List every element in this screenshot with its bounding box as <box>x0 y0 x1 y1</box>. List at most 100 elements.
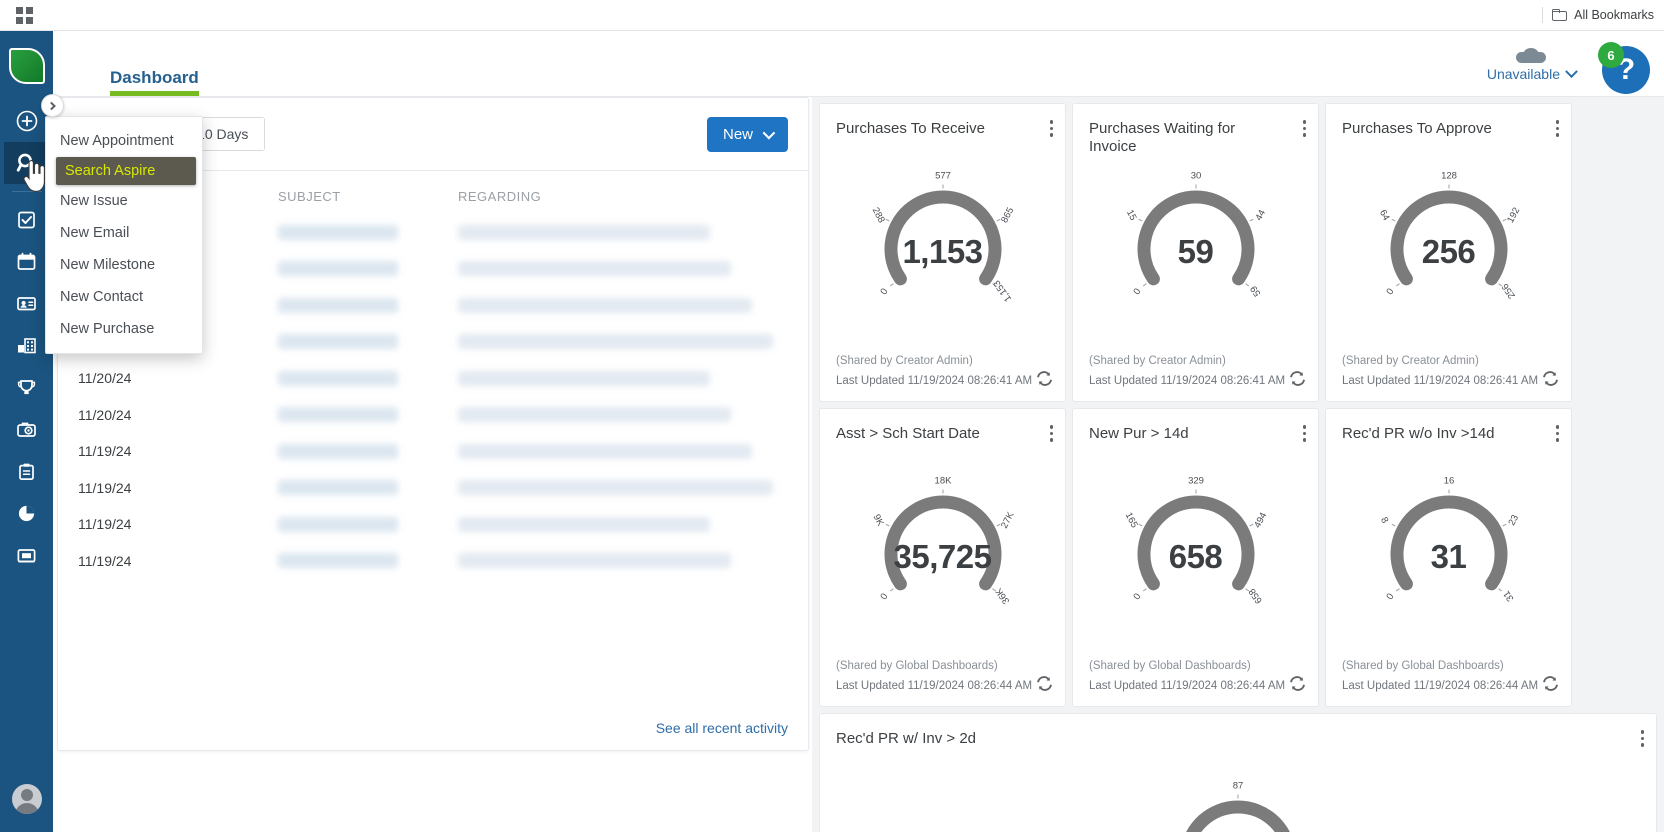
gauge-tick-label: 23 <box>1506 513 1521 527</box>
table-row[interactable]: 11/19/24 <box>58 433 808 470</box>
menu-item-new-email[interactable]: New Email <box>46 217 202 249</box>
table-row[interactable]: 11/20/24 <box>58 360 808 397</box>
chevron-down-icon <box>1565 64 1578 78</box>
cell-date: 11/20/24 <box>78 406 132 423</box>
sidebar-item-contacts[interactable] <box>4 282 50 324</box>
gauge-tick <box>889 588 894 592</box>
card-menu-button[interactable] <box>1049 425 1053 442</box>
gauge-tick-label: 0 <box>877 591 889 602</box>
gauge-value: 1,153 <box>902 233 983 271</box>
refresh-icon[interactable] <box>1289 371 1306 391</box>
cell-regarding <box>458 407 808 423</box>
gauge-tick-label: 1,153 <box>991 278 1014 304</box>
shared-by-label: (Shared by Global Dashboards) <box>836 660 998 672</box>
kpi-card: Rec'd PR w/o Inv >14d 0 8 16 23 31 31 (Shared b… <box>1325 408 1572 707</box>
browser-bookmarks-bar: All Bookmarks <box>0 0 1664 31</box>
kpi-card-title: Purchases To Approve <box>1342 120 1492 137</box>
gauge-tick-label: 494 <box>1252 511 1269 530</box>
menu-item-search-aspire[interactable]: Search Aspire <box>56 157 196 185</box>
gauge-container: 0 9K 18K 27K 36K 35,725 <box>836 461 1049 647</box>
kpi-card-title: Purchases To Receive <box>836 120 985 137</box>
cell-subject <box>278 407 458 423</box>
leaf-logo[interactable] <box>8 48 45 84</box>
sidebar-item-inspection[interactable] <box>4 408 50 450</box>
card-footer: (Shared by Creator Admin) Last Updated 11… <box>836 355 1053 391</box>
kpi-card: Purchases To Receive 0 288 577 865 1,153 1,153… <box>819 103 1066 402</box>
tab-dashboard-label: Dashboard <box>110 68 199 87</box>
card-menu-button[interactable] <box>1049 120 1053 137</box>
gauge-tick-label: 0 <box>1130 286 1142 297</box>
card-menu-button[interactable] <box>1640 730 1644 747</box>
gauge-tick-label: 865 <box>999 206 1016 225</box>
availability-status-label: Unavailable <box>1486 66 1560 82</box>
gauge-tick <box>1395 283 1400 287</box>
refresh-icon[interactable] <box>1542 676 1559 696</box>
gauge-tick-label: 9K <box>870 513 885 529</box>
sidebar-expand-toggle[interactable] <box>41 94 64 117</box>
see-all-recent-activity-link[interactable]: See all recent activity <box>656 720 788 736</box>
card-menu-button[interactable] <box>1555 120 1559 137</box>
gauge-arc <box>1186 800 1290 832</box>
cell-subject <box>278 480 458 496</box>
gauge-tick-label: 59 <box>1248 283 1263 298</box>
card-menu-button[interactable] <box>1302 425 1306 442</box>
all-bookmarks-button[interactable]: All Bookmarks <box>1552 8 1654 22</box>
sidebar-item-opportunities[interactable] <box>4 366 50 408</box>
menu-item-new-milestone[interactable]: New Milestone <box>46 249 202 281</box>
shared-by-label: (Shared by Creator Admin) <box>1089 355 1226 367</box>
menu-item-new-purchase[interactable]: New Purchase <box>46 313 202 345</box>
cell-regarding <box>458 261 808 277</box>
last-updated-label: Last Updated 11/19/2024 08:26:41 AM <box>836 375 1033 387</box>
refresh-icon[interactable] <box>1036 371 1053 391</box>
table-row[interactable]: 11/19/24 <box>58 470 808 507</box>
sidebar-item-calendar[interactable] <box>4 240 50 282</box>
gauge-tick-label: 0 <box>1383 286 1395 297</box>
gauge-container: 0 165 329 494 658 658 <box>1089 461 1302 647</box>
refresh-icon[interactable] <box>1289 676 1306 696</box>
gauge-tick-label: 165 <box>1122 511 1139 530</box>
gauge-tick <box>885 523 890 527</box>
dashboard-cards-area: Purchases To Receive 0 288 577 865 1,153 1,153… <box>812 97 1664 832</box>
sidebar-item-clipboard[interactable] <box>4 450 50 492</box>
refresh-icon[interactable] <box>1036 676 1053 696</box>
cell-date: 11/19/24 <box>78 443 132 460</box>
gauge-tick-label: 8 <box>1378 515 1390 525</box>
kpi-card: Asst > Sch Start Date 0 9K 18K 27K 36K 35,725 (… <box>819 408 1066 707</box>
sidebar-item-tasks[interactable] <box>4 198 50 240</box>
gauge-tick <box>1391 218 1396 222</box>
sidebar-item-reports[interactable] <box>4 492 50 534</box>
shared-by-label: (Shared by Global Dashboards) <box>1342 660 1504 672</box>
availability-status-selector[interactable]: Unavailable <box>1486 48 1578 82</box>
user-avatar[interactable] <box>11 784 42 814</box>
refresh-icon[interactable] <box>1542 371 1559 391</box>
tab-dashboard[interactable]: Dashboard <box>110 68 199 96</box>
sidebar-item-properties[interactable] <box>4 324 50 366</box>
shared-by-label: (Shared by Creator Admin) <box>836 355 973 367</box>
table-row[interactable]: 11/19/24 <box>58 543 808 580</box>
cell-date: 11/19/24 <box>78 516 132 533</box>
kpi-card: Rec'd PR w/ Inv > 2d 87 <box>819 713 1657 832</box>
sidebar-item-inventory[interactable] <box>4 534 50 576</box>
card-footer: (Shared by Global Dashboards) Last Update… <box>1342 660 1559 696</box>
gauge-tick-label: 0 <box>877 286 889 297</box>
table-row[interactable]: 11/19/24 <box>58 506 808 543</box>
tab-active-underline <box>110 91 199 96</box>
menu-item-new-issue[interactable]: New Issue <box>46 185 202 217</box>
new-button[interactable]: New <box>706 116 788 152</box>
card-menu-button[interactable] <box>1302 120 1306 137</box>
shared-by-label: (Shared by Creator Admin) <box>1342 355 1479 367</box>
dashboard-page: All Bookmarks Dashboard Unavailable 6 ? … <box>0 0 1664 832</box>
app-header: Dashboard Unavailable 6 ? <box>53 31 1664 97</box>
card-footer: (Shared by Creator Admin) Last Updated 11… <box>1342 355 1559 391</box>
shared-by-label: (Shared by Global Dashboards) <box>1089 660 1251 672</box>
menu-item-new-appointment[interactable]: New Appointment <box>46 125 202 157</box>
last-updated-label: Last Updated 11/19/2024 08:26:44 AM <box>836 680 1033 692</box>
kpi-card-grid: Purchases To Receive 0 288 577 865 1,153 1,153… <box>819 103 1657 832</box>
menu-item-new-contact[interactable]: New Contact <box>46 281 202 313</box>
last-updated-label: Last Updated 11/19/2024 08:26:44 AM <box>1089 680 1286 692</box>
table-row[interactable]: 11/20/24 <box>58 397 808 434</box>
divider <box>1542 7 1544 23</box>
apps-grid-icon[interactable] <box>16 6 33 24</box>
gauge-tick-label: 577 <box>935 171 951 182</box>
card-menu-button[interactable] <box>1555 425 1559 442</box>
